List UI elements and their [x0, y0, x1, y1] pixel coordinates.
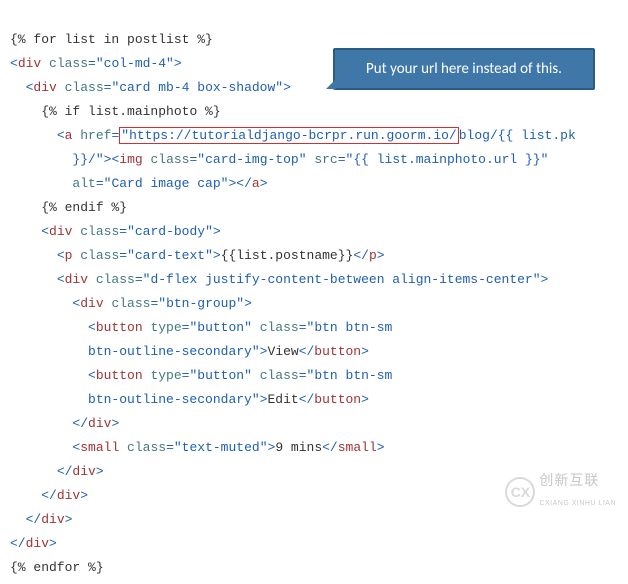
line: btn-outline-secondary">Edit</button>: [88, 392, 369, 407]
line: <small class="text-muted">9 mins</small>: [72, 440, 384, 455]
line: </div>: [26, 512, 73, 527]
line: <div class="card-body">: [41, 224, 220, 239]
callout-box: Put your url here instead of this.: [333, 48, 595, 90]
line: {% for list in postlist %}: [10, 32, 213, 47]
line: <p class="card-text">{{list.postname}}</…: [57, 248, 385, 263]
line: <div class="btn-group">: [72, 296, 251, 311]
line: <button type="button" class="btn btn-sm: [88, 368, 392, 383]
line: alt="Card image cap"></a>: [72, 176, 267, 191]
line: {% endfor %}: [10, 560, 104, 575]
callout-text: Put your url here instead of this.: [366, 57, 562, 81]
line: <div class="card mb-4 box-shadow">: [26, 80, 291, 95]
line: <a href="https://tutorialdjango-bcrpr.ru…: [57, 127, 576, 144]
line: </div>: [10, 536, 57, 551]
line: <button type="button" class="btn btn-sm: [88, 320, 392, 335]
watermark-logo: CX 创新互联 CXIANG XINHU LIAN: [505, 468, 616, 516]
logo-text-en: CXIANG XINHU LIAN: [539, 492, 616, 516]
line: btn-outline-secondary">View</button>: [88, 344, 369, 359]
line: }}/"><img class="card-img-top" src="{{ l…: [72, 152, 548, 167]
line: </div>: [72, 416, 119, 431]
line: <div class="col-md-4">: [10, 56, 182, 71]
line: <div class="d-flex justify-content-betwe…: [57, 272, 549, 287]
logo-text-cn: 创新互联: [539, 468, 616, 492]
line: {% if list.mainphoto %}: [41, 104, 220, 119]
highlighted-url: "https://tutorialdjango-bcrpr.run.goorm.…: [119, 127, 458, 144]
line: </div>: [41, 488, 88, 503]
line: {% endif %}: [41, 200, 127, 215]
logo-icon: CX: [505, 477, 535, 507]
line: </div>: [57, 464, 104, 479]
